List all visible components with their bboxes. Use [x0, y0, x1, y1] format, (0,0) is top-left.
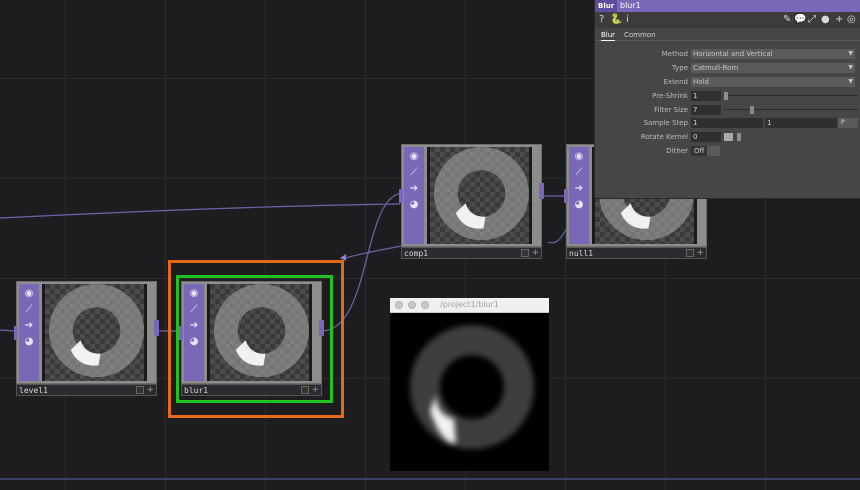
type-dropdown[interactable]: Catmull-Rom ▼: [691, 63, 855, 73]
parameter-panel: Blur blur1 ? 🐍 i ✎ 💬 ⤢ ● + ◎ Blur Common…: [594, 0, 860, 199]
python-icon[interactable]: ●: [821, 14, 830, 26]
node-icon-strip: ◉ ⟋ ➔ ◕: [404, 147, 424, 244]
rotate-kernel-slider-handle[interactable]: [737, 133, 741, 141]
node-viewer: [427, 147, 532, 244]
python-help-icon[interactable]: 🐍: [610, 14, 622, 26]
arrow-icon[interactable]: ➔: [572, 182, 586, 195]
preshrink-slider-track[interactable]: [723, 95, 857, 96]
param-dither: Dither Off: [595, 145, 860, 157]
window-title-bar[interactable]: /project1/blur1: [390, 298, 549, 313]
plus-icon[interactable]: +: [696, 248, 704, 258]
param-label: Sample Step: [643, 119, 688, 127]
node-name[interactable]: level1: [19, 385, 48, 396]
filter-size-slider-track[interactable]: [723, 109, 857, 110]
param-extend: Extend Hold ▼: [595, 76, 860, 88]
param-sample-step: Sample Step 1 1 P: [595, 117, 860, 129]
panel-toolbar: ? 🐍 i ✎ 💬 ⤢ ● + ◎: [595, 12, 860, 28]
param-label: Dither: [666, 147, 688, 155]
output-connector[interactable]: [539, 183, 544, 199]
operator-name[interactable]: blur1: [620, 0, 641, 12]
selection-highlight-selected: [176, 275, 333, 403]
node-level1[interactable]: ◉ ⟋ ➔ ◕ level1 +: [14, 281, 159, 396]
rotate-kernel-reset-button[interactable]: [724, 133, 733, 141]
input-connector[interactable]: [564, 189, 568, 203]
timeline-edge: [0, 478, 860, 480]
node-comp1[interactable]: ◉ ⟋ ➔ ◕ comp1 +: [399, 144, 544, 259]
node-label-bar: null1 +: [566, 247, 707, 259]
node-viewer: [42, 284, 147, 381]
viewer-flag-icon[interactable]: [686, 249, 694, 257]
tab-blur[interactable]: Blur: [601, 30, 616, 41]
panel-tabs: Blur Common: [595, 28, 860, 41]
param-label: Type: [671, 64, 688, 72]
filter-size-slider-handle[interactable]: [750, 106, 754, 114]
output-connector[interactable]: [154, 320, 159, 336]
node-frame: ◉ ⟋ ➔ ◕: [399, 144, 544, 247]
viewer-icon[interactable]: ◉: [22, 287, 36, 300]
arrow-icon[interactable]: ➔: [407, 182, 421, 195]
node-icon-strip: ◉ ⟋ ➔ ◕: [569, 147, 589, 244]
viewer-icon[interactable]: ◉: [572, 150, 586, 163]
node-label-bar: level1 +: [16, 384, 157, 396]
filter-size-field[interactable]: 7: [691, 105, 721, 115]
info-icon[interactable]: i: [626, 14, 629, 26]
operator-type-badge: Blur: [595, 0, 618, 12]
target-icon[interactable]: ◎: [847, 14, 856, 26]
sample-step-y-field[interactable]: 1: [765, 118, 837, 128]
param-method: Method Horizontal and Vertical ▼: [595, 48, 860, 60]
method-dropdown[interactable]: Horizontal and Vertical ▼: [691, 49, 855, 59]
viewer-flag-icon[interactable]: [521, 249, 529, 257]
dither-toggle[interactable]: Off: [691, 146, 708, 156]
rotate-kernel-field[interactable]: 0: [691, 132, 721, 142]
chevron-down-icon: ▼: [848, 64, 853, 71]
sample-step-x-field[interactable]: 1: [691, 118, 763, 128]
sample-step-p-button[interactable]: P: [838, 118, 858, 128]
param-label: Extend: [663, 78, 689, 86]
bypass-icon[interactable]: ⟋: [572, 166, 586, 179]
node-frame: ◉ ⟋ ➔ ◕: [14, 281, 159, 384]
param-filter-size: Filter Size 7: [595, 104, 860, 116]
lock-icon[interactable]: ◕: [407, 198, 421, 211]
preshrink-slider-handle[interactable]: [724, 92, 728, 100]
extend-dropdown[interactable]: Hold ▼: [691, 77, 855, 87]
input-connector[interactable]: [399, 189, 403, 203]
lock-icon[interactable]: ◕: [22, 335, 36, 348]
plus-icon[interactable]: +: [146, 385, 154, 395]
node-label-bar: comp1 +: [401, 247, 542, 259]
floating-viewer-window[interactable]: /project1/blur1: [390, 298, 549, 471]
chevron-down-icon: ▼: [848, 50, 853, 57]
bypass-icon[interactable]: ⟋: [22, 303, 36, 316]
param-rotate-kernel: Rotate Kernel 0: [595, 131, 860, 143]
node-name[interactable]: comp1: [404, 248, 428, 259]
param-label: Rotate Kernel: [640, 133, 688, 141]
chevron-down-icon: ▼: [848, 78, 853, 85]
add-icon[interactable]: +: [835, 14, 843, 26]
node-name[interactable]: null1: [569, 248, 593, 259]
help-icon[interactable]: ?: [599, 14, 604, 26]
preshrink-field[interactable]: 1: [691, 91, 721, 101]
param-preshrink: Pre-Shrink 1: [595, 90, 860, 102]
plus-icon[interactable]: +: [531, 248, 539, 258]
bypass-icon[interactable]: ⟋: [407, 166, 421, 179]
window-title: /project1/blur1: [440, 300, 499, 309]
param-label: Filter Size: [654, 106, 688, 114]
param-type: Type Catmull-Rom ▼: [595, 62, 860, 74]
param-label: Pre-Shrink: [652, 92, 688, 100]
edit-icon[interactable]: ✎: [783, 14, 791, 26]
tab-common[interactable]: Common: [624, 30, 656, 40]
viewer-flag-icon[interactable]: [136, 386, 144, 394]
viewer-icon[interactable]: ◉: [407, 150, 421, 163]
input-connector[interactable]: [14, 326, 18, 340]
panel-title-bar: Blur blur1: [595, 0, 860, 12]
expand-icon[interactable]: ⤢: [808, 14, 816, 26]
dither-toggle-button[interactable]: [707, 146, 720, 156]
lock-icon[interactable]: ◕: [572, 198, 586, 211]
node-icon-strip: ◉ ⟋ ➔ ◕: [19, 284, 39, 381]
viewer-image: [390, 313, 549, 471]
param-label: Method: [661, 50, 688, 58]
comment-icon[interactable]: 💬: [794, 14, 806, 26]
arrow-icon[interactable]: ➔: [22, 319, 36, 332]
